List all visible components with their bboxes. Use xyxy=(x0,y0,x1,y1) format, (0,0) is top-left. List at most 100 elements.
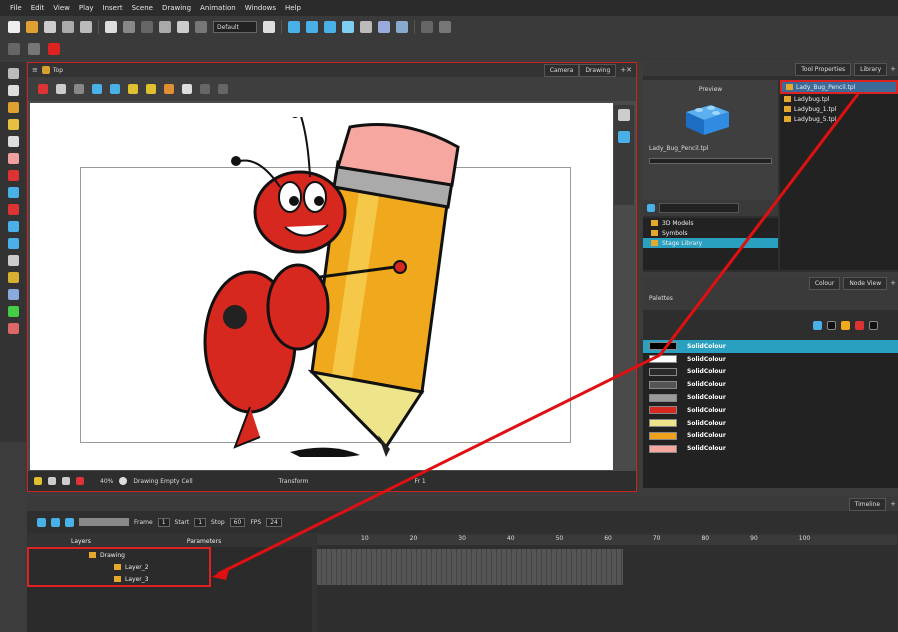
tab-colour[interactable]: Colour xyxy=(808,276,841,290)
flip-icon[interactable] xyxy=(200,84,210,94)
pencil-line-icon[interactable] xyxy=(164,84,174,94)
tab-node-view[interactable]: Node View xyxy=(843,276,888,290)
menu-drawing[interactable]: Drawing xyxy=(162,4,191,12)
menu-icon[interactable]: ≡ xyxy=(28,66,38,74)
grid-toggle-icon[interactable] xyxy=(74,84,84,94)
export-icon[interactable] xyxy=(80,21,92,33)
light-icon[interactable] xyxy=(34,477,42,485)
colour-swatch-row[interactable]: SolidColour xyxy=(643,417,898,430)
unlock-icon[interactable] xyxy=(146,84,156,94)
colour-swatch-row[interactable]: SolidColour xyxy=(643,340,898,353)
zoom-icon[interactable] xyxy=(618,131,630,143)
save-icon[interactable] xyxy=(44,21,56,33)
record-icon[interactable] xyxy=(76,477,84,485)
menu-edit[interactable]: Edit xyxy=(31,4,45,12)
menu-animation[interactable]: Animation xyxy=(200,4,236,12)
zoom-level[interactable]: 40% xyxy=(100,478,113,485)
tab-tool-properties[interactable]: Tool Properties xyxy=(795,62,852,76)
search-input[interactable] xyxy=(659,203,739,213)
workspace-save-icon[interactable] xyxy=(263,21,275,33)
timeline-frames[interactable]: 10 20 30 40 50 60 70 80 90 100 xyxy=(317,535,897,632)
cutter-icon[interactable] xyxy=(7,289,19,300)
camera-icon[interactable] xyxy=(195,21,207,33)
menu-file[interactable]: File xyxy=(10,4,22,12)
add-panel-icon[interactable]: + xyxy=(890,500,896,508)
menu-scene[interactable]: Scene xyxy=(132,4,153,12)
tab-drawing[interactable]: Drawing xyxy=(579,63,617,77)
paint-icon[interactable] xyxy=(7,170,19,181)
play-icon[interactable] xyxy=(37,517,46,527)
tree-item-stage-library[interactable]: Stage Library xyxy=(643,238,778,248)
shade-icon[interactable] xyxy=(396,21,408,33)
library-item-selected[interactable]: Lady_Bug_Pencil.tpl xyxy=(780,80,898,94)
colour-swatch-row[interactable]: SolidColour xyxy=(643,378,898,391)
flash-icon[interactable] xyxy=(48,43,60,55)
open-icon[interactable] xyxy=(26,21,38,33)
tree-item-3d-models[interactable]: 3D Models xyxy=(643,218,778,228)
layer-row-drawing[interactable]: Drawing xyxy=(29,549,209,561)
reset-view-icon[interactable] xyxy=(618,109,630,121)
playback-speed-slider[interactable] xyxy=(79,518,129,526)
pencil-icon[interactable] xyxy=(7,119,19,130)
ink-icon[interactable] xyxy=(7,323,19,334)
transform-icon[interactable] xyxy=(7,272,19,283)
select-icon[interactable] xyxy=(7,68,19,79)
light-table-icon[interactable] xyxy=(378,21,390,33)
fill-colour-icon[interactable] xyxy=(855,320,864,330)
script-icon[interactable] xyxy=(28,43,40,55)
contour-colour-icon[interactable] xyxy=(827,320,836,330)
frame-icon[interactable] xyxy=(48,477,56,485)
deformer-icon[interactable] xyxy=(421,21,433,33)
animate-icon[interactable] xyxy=(38,84,48,94)
menu-play[interactable]: Play xyxy=(79,4,94,12)
target-icon[interactable] xyxy=(306,21,318,33)
tab-library[interactable]: Library xyxy=(854,62,888,76)
morph-icon[interactable] xyxy=(7,306,19,317)
stop-field[interactable]: 60 xyxy=(229,517,246,527)
colour-swatch-row[interactable]: SolidColour xyxy=(643,366,898,379)
safe-area-icon[interactable] xyxy=(110,84,120,94)
tab-timeline[interactable]: Timeline xyxy=(848,497,887,511)
frame-field[interactable]: 1 xyxy=(157,517,170,527)
sound-icon[interactable] xyxy=(65,517,74,527)
redo-icon[interactable] xyxy=(123,21,135,33)
brush-icon[interactable] xyxy=(7,102,19,113)
settings-icon[interactable] xyxy=(56,84,66,94)
loop-icon[interactable] xyxy=(51,517,60,527)
rotate-view-icon[interactable] xyxy=(324,21,336,33)
save-as-icon[interactable] xyxy=(62,21,74,33)
library-item[interactable]: Ladybug.tpl xyxy=(780,94,898,104)
tree-item-symbols[interactable]: Symbols xyxy=(643,228,778,238)
drawing-view-icon[interactable] xyxy=(177,21,189,33)
onion-skin-icon[interactable] xyxy=(360,21,372,33)
dropper-icon[interactable] xyxy=(7,204,19,215)
colour-swatch-row[interactable]: SolidColour xyxy=(643,404,898,417)
preview-scrollbar[interactable] xyxy=(649,158,772,164)
hand-icon[interactable] xyxy=(7,255,19,266)
line-icon[interactable] xyxy=(7,187,19,198)
link-icon[interactable] xyxy=(869,320,878,330)
undo-icon[interactable] xyxy=(105,21,117,33)
menu-insert[interactable]: Insert xyxy=(103,4,123,12)
fps-field[interactable]: 24 xyxy=(266,517,282,527)
square-icon[interactable] xyxy=(62,477,70,485)
drawing-canvas[interactable] xyxy=(30,103,613,470)
swatch-mode-icon[interactable] xyxy=(813,320,822,330)
align-icon[interactable] xyxy=(218,84,228,94)
text-icon[interactable] xyxy=(7,136,19,147)
contour-editor-icon[interactable] xyxy=(7,85,19,96)
library-item[interactable]: Ladybug_5.tpl xyxy=(780,114,898,124)
frame-cells[interactable] xyxy=(317,549,623,585)
workspace-select[interactable]: Default xyxy=(213,21,257,33)
paint-bucket-icon[interactable] xyxy=(7,238,19,249)
menu-help[interactable]: Help xyxy=(285,4,301,12)
colour-swatch-row[interactable]: SolidColour xyxy=(643,430,898,443)
grid-icon[interactable] xyxy=(342,21,354,33)
library-item[interactable]: Ladybug_1.tpl xyxy=(780,104,898,114)
pan-icon[interactable] xyxy=(288,21,300,33)
colour-swatch-row[interactable]: SolidColour xyxy=(643,391,898,404)
colour-swatch-row[interactable]: SolidColour xyxy=(643,353,898,366)
function-icon[interactable] xyxy=(8,43,20,55)
move-icon[interactable] xyxy=(141,21,153,33)
start-field[interactable]: 1 xyxy=(194,517,207,527)
